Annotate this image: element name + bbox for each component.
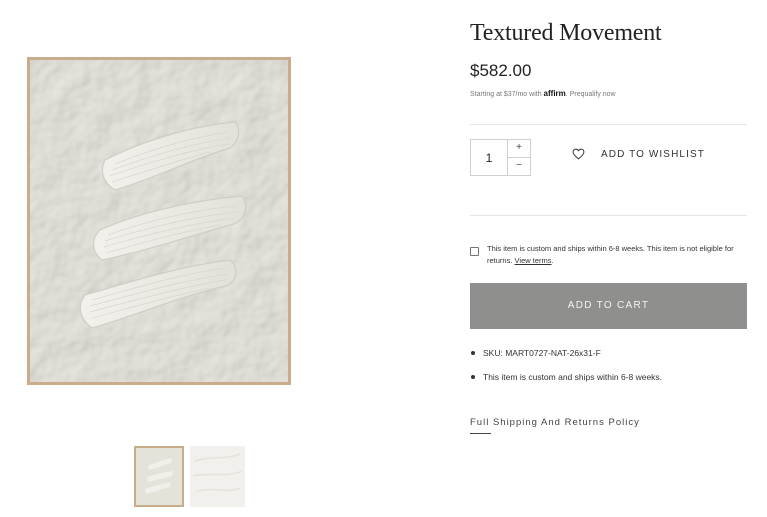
quantity-input[interactable]	[471, 140, 507, 175]
artwork-canvas	[30, 60, 288, 382]
product-main-image[interactable]	[27, 57, 291, 385]
thumbnail-gallery	[134, 446, 245, 507]
add-to-wishlist-button[interactable]: ADD TO WISHLIST	[572, 148, 705, 160]
prequalify-link[interactable]: Prequalify now	[570, 91, 616, 98]
divider-bottom	[470, 215, 747, 216]
affirm-financing: Starting at $37/mo with affirm. Prequali…	[470, 89, 616, 98]
terms-period: .	[551, 256, 554, 265]
affirm-logo: affirm	[543, 89, 566, 98]
shipping-policy-link[interactable]: Full Shipping And Returns Policy	[470, 417, 640, 428]
terms-text: This item is custom and ships within 6-8…	[487, 243, 747, 267]
bullet-icon	[471, 351, 475, 355]
quantity-increase-button[interactable]: +	[507, 140, 530, 158]
divider-top	[470, 124, 747, 125]
wishlist-label: ADD TO WISHLIST	[601, 148, 705, 160]
thumbnail-detail[interactable]	[190, 446, 245, 507]
heart-icon	[572, 148, 585, 160]
shipping-note: This item is custom and ships within 6-8…	[483, 372, 663, 382]
terms-checkbox[interactable]	[470, 247, 479, 256]
quantity-decrease-button[interactable]: −	[507, 158, 530, 175]
sku-text: SKU: MART0727-NAT-26x31-F	[483, 348, 601, 358]
product-details-list: SKU: MART0727-NAT-26x31-F This item is c…	[470, 347, 662, 395]
quantity-stepper: + −	[470, 139, 531, 176]
product-title: Textured Movement	[470, 20, 662, 46]
affirm-separator: .	[565, 91, 568, 98]
view-terms-link[interactable]: View terms	[515, 256, 552, 265]
product-price: $582.00	[470, 61, 532, 80]
list-item: SKU: MART0727-NAT-26x31-F	[470, 347, 662, 359]
affirm-prefix: Starting at $37/mo with	[470, 91, 542, 98]
thumbnail-artwork[interactable]	[134, 446, 184, 507]
policy-underline	[470, 433, 491, 434]
add-to-cart-button[interactable]: ADD TO CART	[470, 283, 747, 329]
list-item: This item is custom and ships within 6-8…	[470, 371, 662, 383]
bullet-icon	[471, 375, 475, 379]
